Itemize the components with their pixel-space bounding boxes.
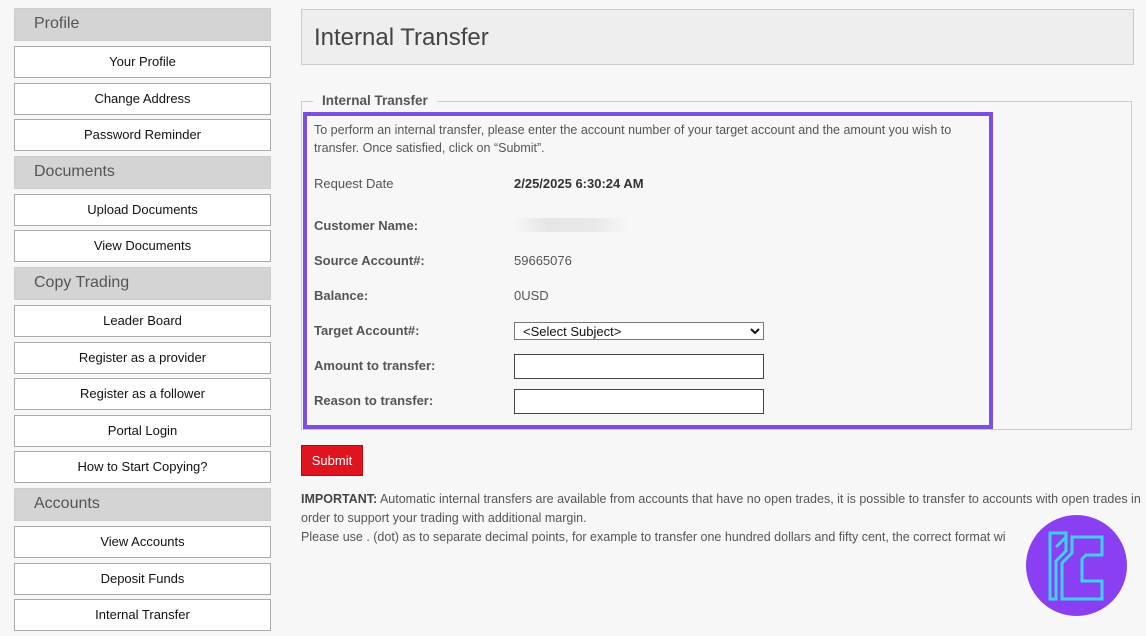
reason-label: Reason to transfer:	[314, 393, 434, 408]
sidebar-item-internal-transfer[interactable]: Internal Transfer	[14, 599, 271, 632]
important-label: IMPORTANT:	[301, 492, 378, 506]
balance-value: 0USD	[514, 288, 549, 303]
source-account-label: Source Account#:	[314, 253, 425, 268]
sidebar-item-how-to-start-copying[interactable]: How to Start Copying?	[14, 451, 271, 484]
fieldset-legend: Internal Transfer	[313, 93, 437, 108]
sidebar-section-documents: Documents	[14, 155, 271, 189]
source-account-value: 59665076	[514, 253, 572, 268]
sidebar-item-register-follower[interactable]: Register as a follower	[14, 378, 271, 411]
request-date-value: 2/25/2025 6:30:24 AM	[514, 176, 644, 191]
sidebar-item-view-documents[interactable]: View Documents	[14, 230, 271, 263]
sidebar-item-portal-login[interactable]: Portal Login	[14, 414, 271, 447]
sidebar-item-upload-documents[interactable]: Upload Documents	[14, 193, 271, 226]
sidebar-item-deposit-funds[interactable]: Deposit Funds	[14, 562, 271, 595]
sidebar-item-password-reminder[interactable]: Password Reminder	[14, 119, 271, 152]
amount-input[interactable]	[514, 354, 764, 379]
sidebar: Profile Your Profile Change Address Pass…	[14, 8, 271, 636]
intro-text: To perform an internal transfer, please …	[314, 123, 952, 155]
important-note: IMPORTANT: Automatic internal transfers …	[301, 490, 1141, 547]
sidebar-section-accounts: Accounts	[14, 487, 271, 521]
customer-name-redacted	[512, 218, 630, 232]
sidebar-item-view-accounts[interactable]: View Accounts	[14, 525, 271, 558]
request-date-label: Request Date	[314, 176, 394, 191]
customer-name-label: Customer Name:	[314, 218, 419, 233]
target-account-label: Target Account#:	[314, 323, 420, 338]
page-title: Internal Transfer	[301, 9, 1134, 65]
sidebar-section-profile: Profile	[14, 8, 271, 41]
sidebar-item-your-profile[interactable]: Your Profile	[14, 46, 271, 78]
sidebar-item-leader-board[interactable]: Leader Board	[14, 304, 271, 337]
target-account-select[interactable]: <Select Subject>	[514, 322, 764, 340]
tc-logo-mark-icon	[1048, 531, 1104, 601]
sidebar-section-copy-trading: Copy Trading	[14, 266, 271, 300]
reason-input[interactable]	[514, 389, 764, 414]
submit-button[interactable]: Submit	[301, 445, 363, 476]
sidebar-item-register-provider[interactable]: Register as a provider	[14, 341, 271, 374]
important-text: Automatic internal transfers are availab…	[301, 492, 1141, 525]
sidebar-item-change-address[interactable]: Change Address	[14, 82, 271, 115]
highlight-box	[303, 112, 993, 429]
tc-logo-icon	[1026, 515, 1127, 616]
decimal-note: Please use . (dot) as to separate decima…	[301, 530, 1006, 544]
amount-label: Amount to transfer:	[314, 358, 436, 373]
balance-label: Balance:	[314, 288, 369, 303]
